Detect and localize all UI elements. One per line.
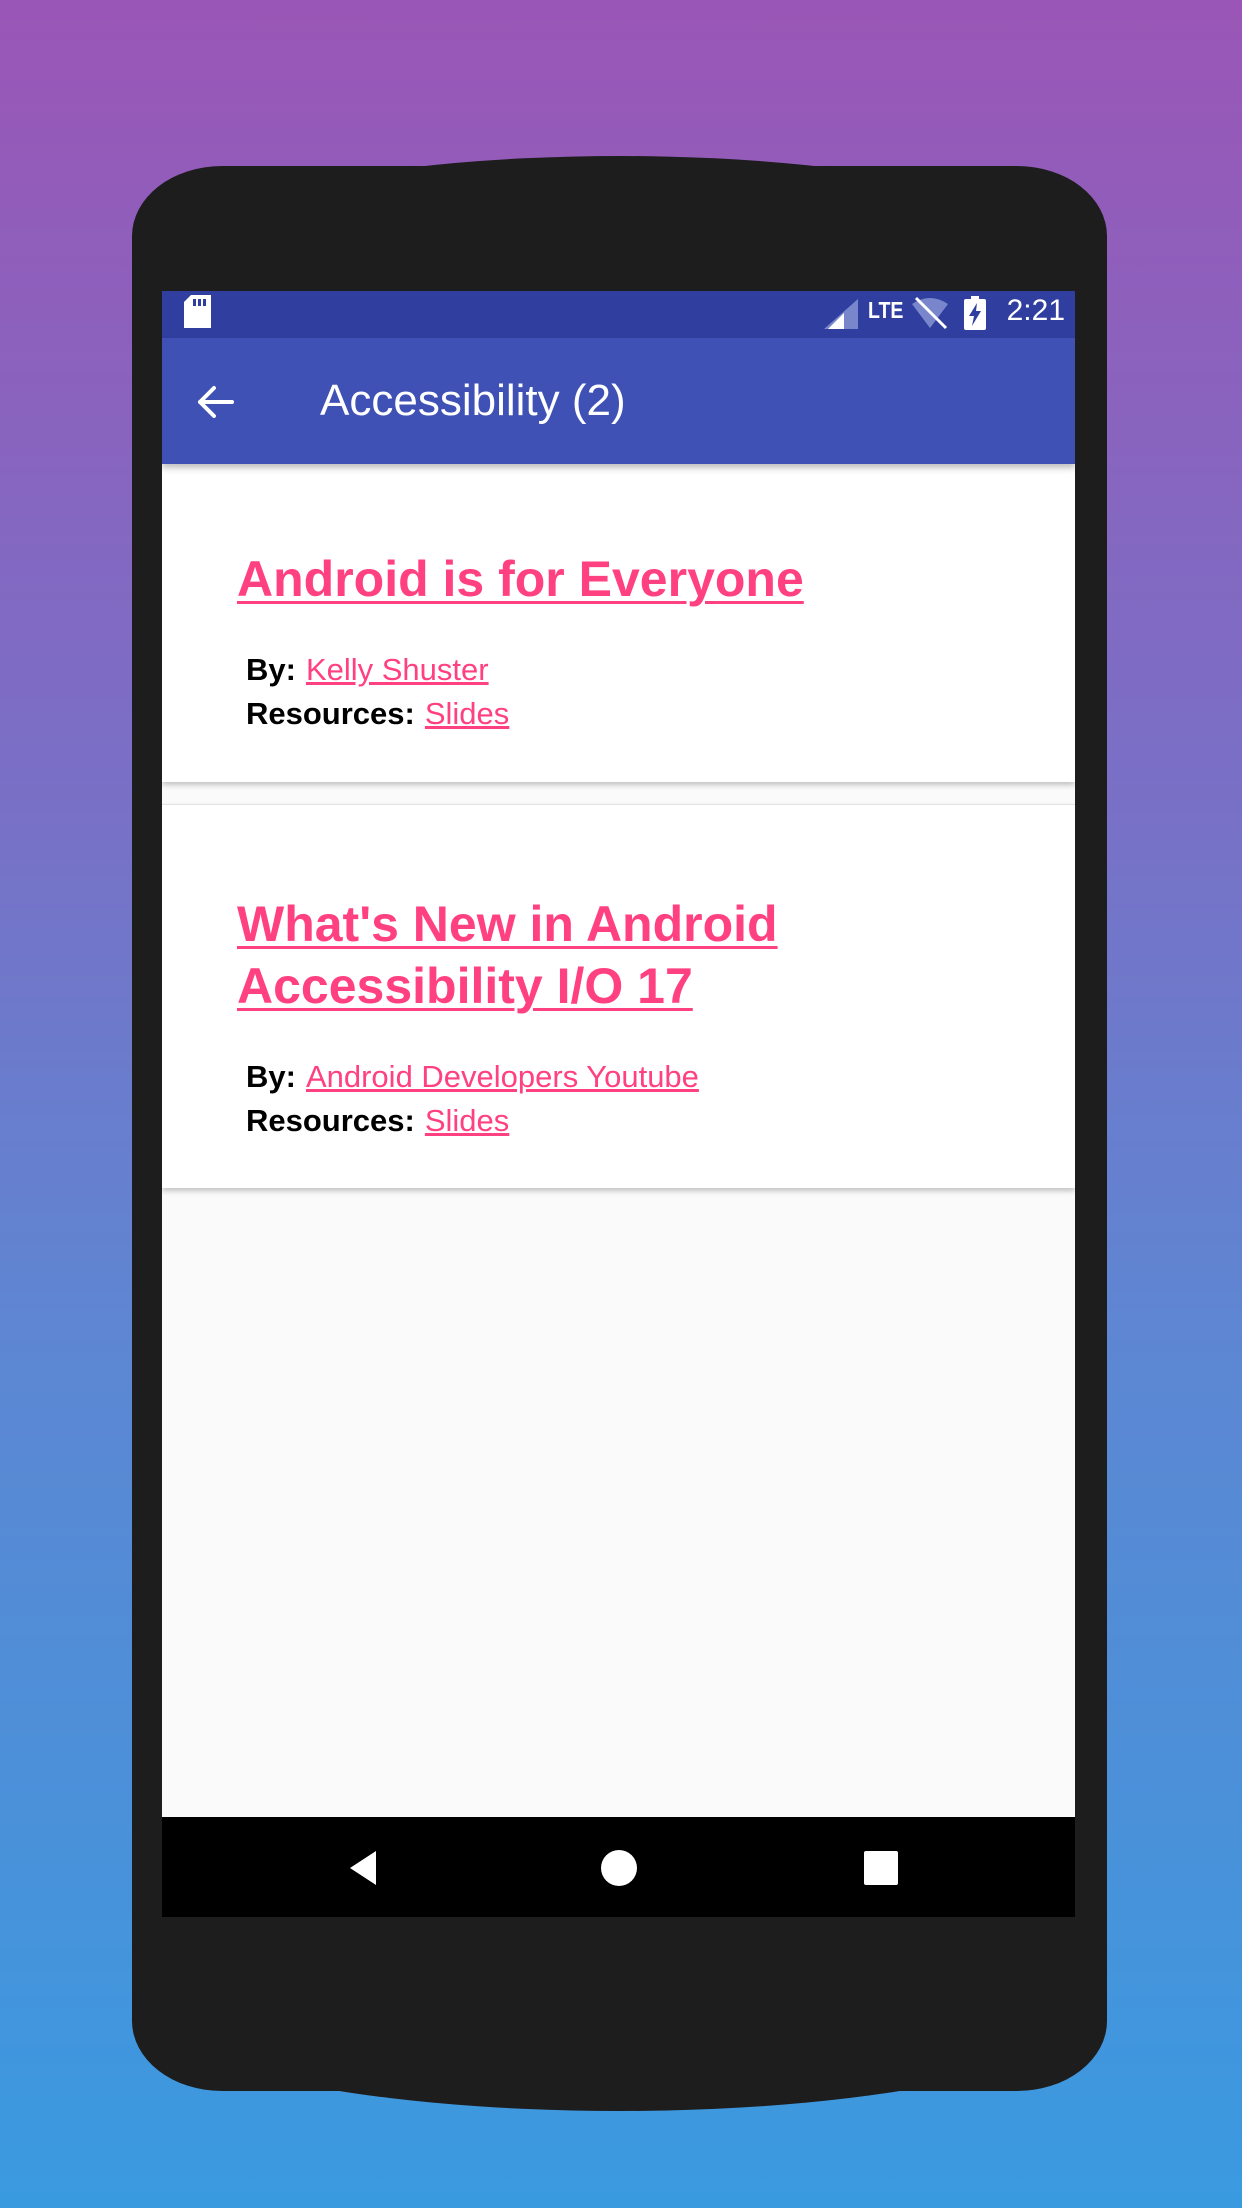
arrow-back-icon bbox=[198, 386, 234, 418]
nav-home-icon[interactable] bbox=[594, 1843, 644, 1893]
nav-recents-icon[interactable] bbox=[856, 1843, 906, 1893]
phone-screen: LTE 2:21 Accessibility (2) Android is fo… bbox=[162, 291, 1075, 1917]
page-title: Accessibility (2) bbox=[320, 376, 626, 425]
talk-card: What's New in Android Accessibility I/O … bbox=[162, 804, 1075, 1188]
slides-link[interactable]: Slides bbox=[425, 696, 509, 731]
status-bar: LTE 2:21 bbox=[162, 291, 1075, 338]
nav-back-icon[interactable] bbox=[340, 1843, 390, 1893]
system-nav-bar bbox=[162, 1817, 1075, 1917]
signal-icon bbox=[824, 299, 858, 329]
resources-label: Resources: bbox=[246, 1103, 415, 1138]
resources-label: Resources: bbox=[246, 696, 415, 731]
talk-title-link[interactable]: Android is for Everyone bbox=[237, 548, 957, 610]
back-button[interactable] bbox=[186, 372, 246, 432]
talk-meta: By: Kelly Shuster Resources: Slides bbox=[246, 648, 509, 736]
speaker-link[interactable]: Android Developers Youtube bbox=[306, 1059, 699, 1094]
by-label: By: bbox=[246, 1059, 296, 1094]
talk-card: Android is for Everyone By: Kelly Shuster… bbox=[162, 464, 1075, 782]
by-label: By: bbox=[246, 652, 296, 687]
wifi-off-icon bbox=[912, 296, 948, 330]
talk-title-link[interactable]: What's New in Android Accessibility I/O … bbox=[237, 893, 957, 1017]
network-type-label: LTE bbox=[868, 297, 904, 323]
speaker-row: By: Kelly Shuster bbox=[246, 648, 509, 692]
speaker-link[interactable]: Kelly Shuster bbox=[306, 652, 489, 687]
speaker-row: By: Android Developers Youtube bbox=[246, 1055, 699, 1099]
resources-row: Resources: Slides bbox=[246, 692, 509, 736]
sd-card-icon bbox=[184, 295, 211, 328]
slides-link[interactable]: Slides bbox=[425, 1103, 509, 1138]
battery-charging-icon bbox=[964, 296, 986, 330]
resources-row: Resources: Slides bbox=[246, 1099, 699, 1143]
app-bar: Accessibility (2) bbox=[162, 338, 1075, 464]
clock: 2:21 bbox=[1006, 294, 1065, 327]
talk-meta: By: Android Developers Youtube Resources:… bbox=[246, 1055, 699, 1143]
